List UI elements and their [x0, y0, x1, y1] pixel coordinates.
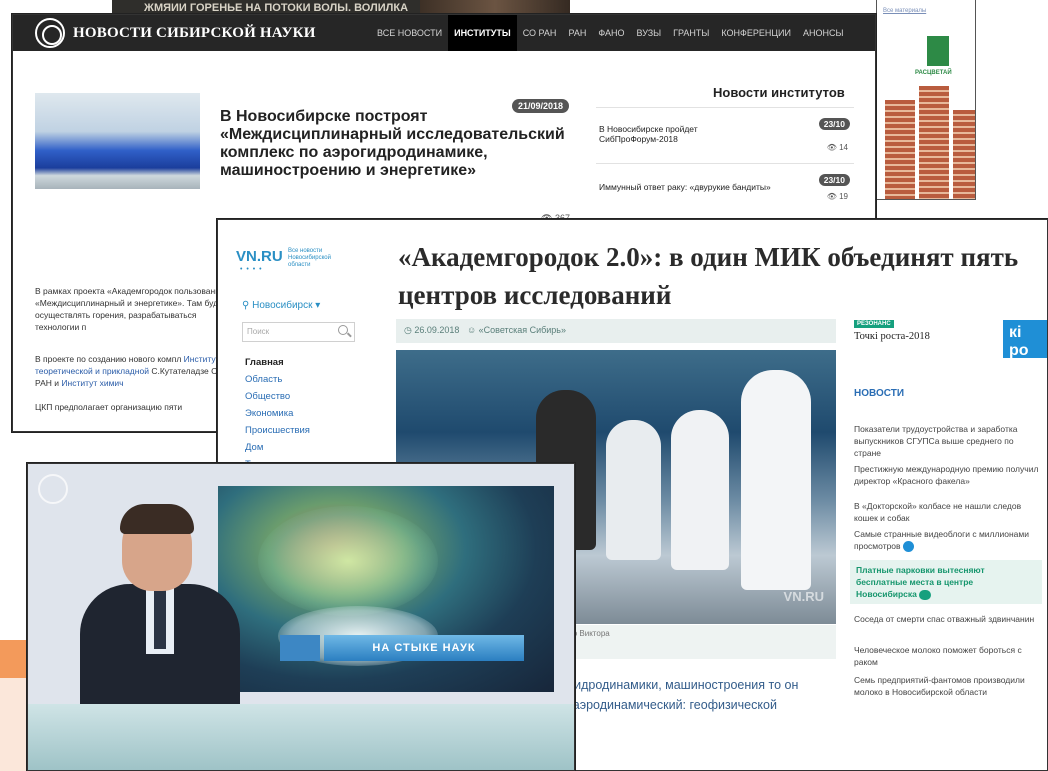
- menu-item[interactable]: Институты: [448, 15, 517, 51]
- views-count: 19: [839, 192, 848, 201]
- photo-person: [671, 410, 729, 570]
- menu-item[interactable]: РАН: [562, 15, 592, 51]
- vn-logo-dots-icon: • • • •: [240, 266, 263, 273]
- institute-menu: Все новости Институты СО РАН РАН ФАНО Вузы Гра…: [371, 15, 849, 51]
- ad-building: [885, 100, 915, 199]
- comment-icon: [918, 589, 931, 600]
- play-icon: [902, 541, 914, 553]
- sidebar-news-views: 👁 14: [826, 143, 848, 152]
- news-item-text[interactable]: Семь предприятий-фантомов производили мо…: [854, 675, 1025, 697]
- user-icon: ☺: [466, 325, 477, 335]
- news-item-text[interactable]: Самые странные видеоблоги с миллионами п…: [854, 529, 1029, 551]
- flame-glow: [258, 506, 438, 616]
- ad-building: [919, 86, 949, 199]
- news-desk: [28, 704, 574, 770]
- anchor-tie: [154, 589, 166, 649]
- photo-person: [741, 370, 811, 590]
- article-thumbnail[interactable]: [35, 93, 200, 189]
- clock-icon: ◷: [404, 325, 412, 335]
- tv-banner-tag: [280, 635, 320, 661]
- sidebar-news-date: 23/10: [818, 118, 850, 130]
- article-text: В проекте по созданию нового компл: [35, 354, 182, 364]
- menu-item[interactable]: Анонсы: [797, 15, 849, 51]
- nav-item[interactable]: Экономика: [245, 405, 310, 422]
- resonance-title[interactable]: Точкі роста-2018: [854, 331, 930, 342]
- channel-logo-icon: [38, 474, 68, 504]
- news-item-text[interactable]: Показатели трудоустройства и заработка в…: [854, 424, 1017, 458]
- photo-watermark: VN.RU: [783, 589, 824, 604]
- anchor-hair: [120, 504, 194, 534]
- article-link[interactable]: Институт химич: [61, 378, 123, 388]
- news-item[interactable]: Платные парковки вытесняют бесплатные ме…: [850, 560, 1042, 604]
- nav-item[interactable]: Главная: [245, 354, 310, 371]
- vn-article-headline: «Академгородок 2.0»: в один МИК объединя…: [398, 242, 1019, 310]
- article-paragraph: ЦКП предполагает организацию пяти: [35, 402, 183, 412]
- nav-item[interactable]: Область: [245, 371, 310, 388]
- sidebar-news-title[interactable]: В Новосибирске пройдет СибПроФорум-2018: [599, 124, 739, 144]
- article-source[interactable]: «Советская Сибирь»: [479, 325, 566, 335]
- photo-person: [606, 420, 661, 560]
- menu-item[interactable]: ФАНО: [592, 15, 630, 51]
- city-selector[interactable]: ⚲ Новосибирск ▾: [242, 300, 320, 311]
- menu-item[interactable]: Вузы: [631, 15, 668, 51]
- views-count: 14: [839, 143, 848, 152]
- nav-item[interactable]: Происшествия: [245, 422, 310, 439]
- ad-brand-name: РАСЦВЕТАЙ: [915, 70, 952, 76]
- sidebar-news-item[interactable]: В Новосибирске пройдет СибПроФорум-2018 …: [596, 107, 854, 163]
- news-section-title: НОВОСТИ: [854, 388, 905, 399]
- news-item[interactable]: Человеческое молоко поможет бороться с р…: [854, 644, 1040, 668]
- sidebar-news-views: 👁 19: [826, 192, 848, 201]
- news-item[interactable]: Соседа от смерти спас отважный здвинчани…: [854, 613, 1040, 625]
- sidebar-news-title[interactable]: Иммунный ответ раку: «двурукие бандиты»: [599, 182, 819, 192]
- resonance-logo[interactable]: кі ро: [1003, 320, 1047, 359]
- ad-brand-logo: [927, 36, 949, 66]
- news-item-text[interactable]: Престижную международную премию получил …: [854, 464, 1038, 486]
- news-item[interactable]: Семь предприятий-фантомов производили мо…: [854, 674, 1040, 698]
- city-name: Новосибирск: [252, 300, 313, 311]
- resonance-badge: РЕЗОНАНС: [854, 320, 894, 328]
- vn-logo[interactable]: VN.RU: [236, 248, 283, 265]
- article-date: 26.09.2018: [414, 325, 460, 335]
- tv-background-screen: [218, 486, 554, 692]
- news-item-text[interactable]: Человеческое молоко поможет бороться с р…: [854, 645, 1022, 667]
- sidebar-title: Новости институтов: [713, 85, 845, 100]
- vn-nav-menu: Главная Область Общество Экономика Происшест…: [245, 354, 310, 473]
- ad-banner-screenshot: Все материалы РАСЦВЕТАЙ: [876, 0, 976, 200]
- institute-navbar: НОВОСТИ СИБИРСКОЙ НАУКИ Все новости Инсти…: [13, 15, 875, 51]
- menu-item[interactable]: Конференции: [715, 15, 797, 51]
- vn-article-meta: ◷ 26.09.2018 ☺ «Советская Сибирь»: [396, 319, 836, 343]
- menu-item[interactable]: Гранты: [667, 15, 715, 51]
- news-item-text[interactable]: В «Докторской» колбасе не нашли следов к…: [854, 501, 1021, 523]
- vn-tagline: Все новости Новосибирской области: [288, 248, 331, 268]
- news-item[interactable]: В «Докторской» колбасе не нашли следов к…: [854, 500, 1040, 524]
- article-paragraph: В рамках проекта «Академгородок пользова…: [35, 286, 227, 332]
- tv-news-screenshot: НА СТЫКЕ НАУК: [27, 463, 575, 771]
- menu-item[interactable]: Все новости: [371, 15, 448, 51]
- news-item[interactable]: Престижную международную премию получил …: [854, 463, 1040, 487]
- article-paragraph: В проекте по созданию нового компл Инсти…: [35, 353, 235, 389]
- menu-item[interactable]: СО РАН: [517, 15, 563, 51]
- tv-banner: НА СТЫКЕ НАУК: [324, 635, 524, 661]
- nav-item[interactable]: Общество: [245, 388, 310, 405]
- article-headline[interactable]: В Новосибирске построят «Междисциплинарн…: [220, 108, 580, 180]
- sidebar-news-item[interactable]: Иммунный ответ раку: «двурукие бандиты» …: [596, 163, 854, 209]
- sidebar-news-date: 23/10: [818, 174, 850, 186]
- news-item[interactable]: Показатели трудоустройства и заработка в…: [854, 423, 1040, 459]
- search-icon[interactable]: [338, 325, 348, 335]
- site-logo-text[interactable]: НОВОСТИ СИБИРСКОЙ НАУКИ: [73, 25, 316, 42]
- top-strip-text: ЖМЯИИ ГОРЕНЬЕ НА ПОТОКИ ВОЛЫ. ВОЛИЛКА: [144, 2, 409, 14]
- ad-all-materials-link[interactable]: Все материалы: [883, 8, 926, 14]
- news-item-text[interactable]: Соседа от смерти спас отважный здвинчани…: [854, 614, 1034, 624]
- site-logo-icon[interactable]: [35, 18, 65, 48]
- ad-building: [953, 110, 975, 199]
- nav-item[interactable]: Дом: [245, 439, 310, 456]
- news-item[interactable]: Самые странные видеоблоги с миллионами п…: [854, 528, 1040, 553]
- article-body: В рамках проекта «Академгородок пользова…: [35, 285, 235, 413]
